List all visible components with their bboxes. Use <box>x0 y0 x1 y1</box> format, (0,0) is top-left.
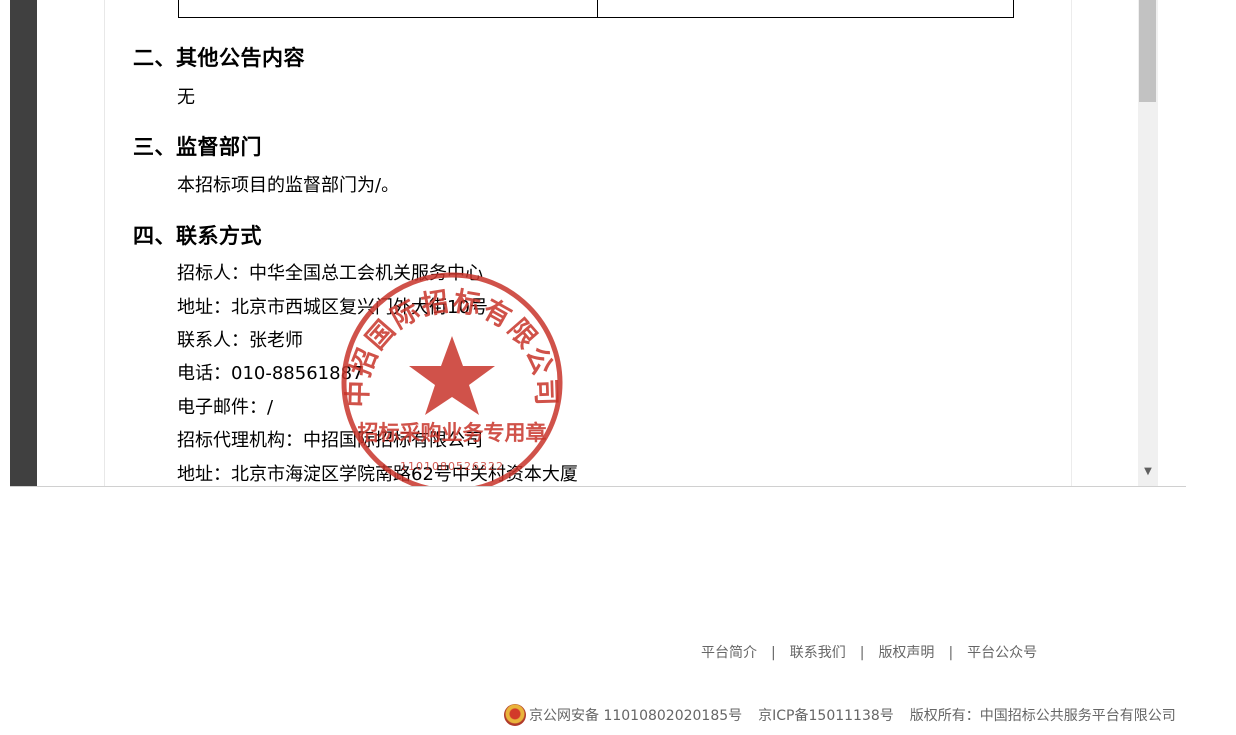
footer-record-info: 京公网安备 11010802020185号 京ICP备15011138号 版权所… <box>504 704 1176 726</box>
contact-line-phone: 电话：010-88561887 <box>177 363 364 384</box>
contact-line-address: 地址：北京市西城区复兴门外大街10号 <box>177 297 488 318</box>
copyright-text: 版权所有：中国招标公共服务平台有限公司 <box>909 708 1176 724</box>
page-margin-guide <box>104 0 105 486</box>
icp-record-link[interactable]: 京ICP备15011138号 <box>758 705 894 725</box>
contact-line-person: 联系人：张老师 <box>177 330 303 351</box>
section-body-other: 无 <box>177 87 195 108</box>
scrollbar-thumb[interactable] <box>1139 0 1156 102</box>
footer-separator: | <box>859 645 865 661</box>
scroll-down-arrow-icon[interactable]: ▼ <box>1138 462 1158 482</box>
pdf-page: 二、其他公告内容 无 三、监督部门 本招标项目的监督部门为/。 四、联系方式 招… <box>37 0 1138 486</box>
section-heading-other: 二、其他公告内容 <box>133 46 305 70</box>
viewer-right-gutter <box>1158 0 1186 486</box>
contact-line-tenderer: 招标人：中华全国总工会机关服务中心 <box>177 263 483 284</box>
contact-line-email: 电子邮件：/ <box>177 397 274 418</box>
police-record-link[interactable]: 京公网安备 11010802020185号 <box>529 705 742 725</box>
pdf-viewer[interactable]: 二、其他公告内容 无 三、监督部门 本招标项目的监督部门为/。 四、联系方式 招… <box>10 0 1186 487</box>
viewer-left-gutter <box>10 0 37 486</box>
contact-line-agency: 招标代理机构：中招国际招标有限公司 <box>177 430 483 451</box>
contact-line-agency-address: 地址：北京市海淀区学院南路62号中关村资本大厦 <box>177 464 578 485</box>
table-column-divider <box>597 0 598 17</box>
section-body-supervision: 本招标项目的监督部门为/。 <box>177 175 400 196</box>
section-heading-contact: 四、联系方式 <box>133 224 262 248</box>
section-heading-supervision: 三、监督部门 <box>133 135 262 159</box>
viewer-scrollbar[interactable]: ▼ <box>1138 0 1158 486</box>
footer-link-wechat[interactable]: 平台公众号 <box>967 645 1037 661</box>
table-bottom-edge <box>178 0 1014 18</box>
footer-link-contact[interactable]: 联系我们 <box>790 645 846 661</box>
footer-link-copyright[interactable]: 版权声明 <box>878 645 934 661</box>
footer-separator: | <box>948 645 954 661</box>
police-badge-icon <box>504 704 526 726</box>
footer-links: 平台简介 | 联系我们 | 版权声明 | 平台公众号 <box>701 642 1037 662</box>
footer-link-about[interactable]: 平台简介 <box>701 645 757 661</box>
stamp-star-icon <box>409 336 495 415</box>
page-margin-guide <box>1071 0 1072 486</box>
footer-separator: | <box>771 645 776 661</box>
